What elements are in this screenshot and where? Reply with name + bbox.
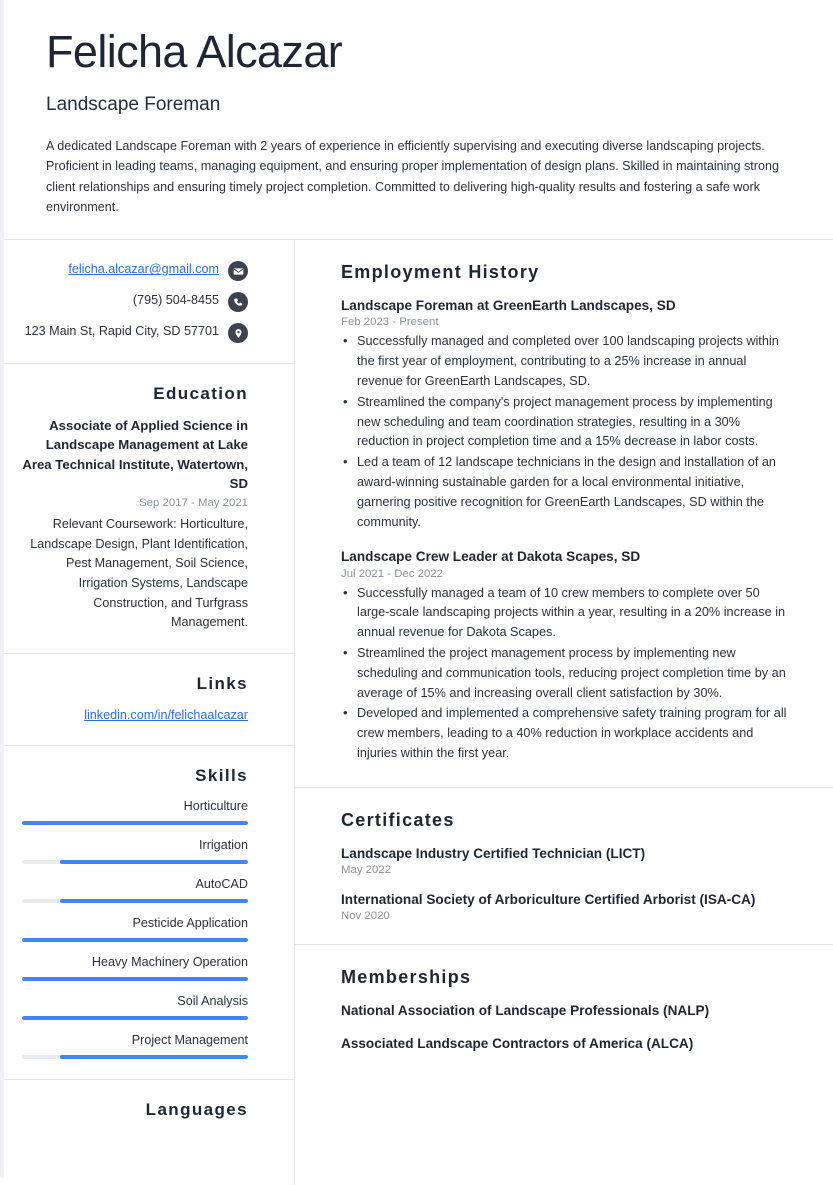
membership-entry: Associated Landscape Contractors of Amer… — [341, 1035, 694, 1051]
bullet-item: Led a team of 12 landscape technicians i… — [341, 452, 787, 532]
skill-bar — [22, 1054, 248, 1059]
professional-summary: A dedicated Landscape Foreman with 2 yea… — [46, 138, 779, 214]
resume-page: Felicha Alcazar Landscape Foreman A dedi… — [0, 0, 833, 1185]
employment-history-heading: Employment History — [341, 262, 540, 283]
bullet-item: Streamlined the company's project manage… — [341, 392, 787, 452]
skill-name: Soil Analysis — [177, 993, 248, 1008]
phone-value: (795) 504-8455 — [132, 293, 219, 308]
membership-entry: National Association of Landscape Profes… — [341, 1002, 710, 1018]
skills-heading: Skills — [195, 765, 248, 785]
contact-address-row[interactable]: 123 Main St, Rapid City, SD 57701 — [22, 322, 248, 344]
links-block: Links linkedin.com/in/felichaalcazar — [4, 654, 294, 746]
certificate-date: Nov 2020 — [341, 909, 390, 922]
linkedin-link[interactable]: linkedin.com/in/felichaalcazar — [84, 708, 248, 722]
skill-item: Heavy Machinery Operation — [22, 954, 248, 981]
skill-item: Horticulture — [22, 798, 248, 825]
employment-entry-title: Landscape Crew Leader at Dakota Scapes, … — [341, 549, 641, 565]
certificate-date: May 2022 — [341, 863, 392, 876]
education-heading: Education — [153, 384, 248, 404]
education-description: Relevant Coursework: Horticulture, Lands… — [30, 516, 248, 630]
skill-name: Pesticide Application — [132, 915, 248, 930]
skill-bar-fill — [22, 976, 248, 981]
employment-entry: Landscape Crew Leader at Dakota Scapes, … — [341, 547, 787, 763]
phone-icon — [228, 292, 248, 313]
skill-bar — [22, 937, 248, 942]
education-block: Education Associate of Applied Science i… — [4, 364, 294, 654]
skill-item: Pesticide Application — [22, 915, 248, 942]
bullet-item: Successfully managed and completed over … — [341, 331, 787, 391]
employment-history-block: Employment History Landscape Foreman at … — [295, 240, 833, 788]
skill-bar-fill — [22, 1015, 248, 1020]
resume-body: felicha.alcazar@gmail.com (795) 504-8455… — [4, 240, 833, 1185]
employment-entry-date: Feb 2023 - Present — [341, 316, 439, 329]
skill-bar — [22, 1015, 248, 1020]
main-column: Employment History Landscape Foreman at … — [295, 240, 833, 1185]
employment-entry: Landscape Foreman at GreenEarth Landscap… — [341, 296, 787, 532]
skill-bar — [22, 898, 248, 903]
certificate-title: Landscape Industry Certified Technician … — [341, 845, 646, 861]
email-link[interactable]: felicha.alcazar@gmail.com — [68, 260, 219, 278]
skill-item: Soil Analysis — [22, 993, 248, 1020]
location-pin-icon — [228, 323, 248, 344]
memberships-block: Memberships National Association of Land… — [295, 945, 833, 1075]
skill-name: Project Management — [131, 1032, 248, 1047]
contact-email-row[interactable]: felicha.alcazar@gmail.com — [22, 260, 248, 282]
employment-entry-bullets: Successfully managed a team of 10 crew m… — [341, 582, 787, 764]
sidebar: felicha.alcazar@gmail.com (795) 504-8455… — [4, 240, 295, 1185]
memberships-heading: Memberships — [341, 966, 472, 987]
skill-bar-fill — [60, 898, 248, 903]
skill-bar-fill — [22, 937, 248, 942]
certificates-heading: Certificates — [341, 809, 455, 830]
bullet-item: Successfully managed a team of 10 crew m… — [341, 582, 787, 643]
contact-block: felicha.alcazar@gmail.com (795) 504-8455… — [4, 240, 294, 365]
education-date: Sep 2017 - May 2021 — [139, 496, 248, 509]
languages-block: Languages — [4, 1080, 294, 1152]
skill-name: AutoCAD — [195, 876, 249, 891]
skill-name: Irrigation — [199, 837, 248, 852]
envelope-icon — [228, 261, 248, 282]
certificates-block: Certificates Landscape Industry Certifie… — [295, 788, 833, 945]
skill-item: Project Management — [22, 1032, 248, 1059]
employment-entry-date: Jul 2021 - Dec 2022 — [341, 567, 443, 580]
skill-bar — [22, 976, 248, 981]
page-title: Felicha Alcazar — [46, 26, 343, 77]
certificate-entry: Landscape Industry Certified Technician … — [341, 844, 787, 876]
skill-item: AutoCAD — [22, 876, 248, 903]
skill-bar — [22, 859, 248, 864]
skill-name: Heavy Machinery Operation — [91, 954, 248, 969]
certificate-title: International Society of Arboriculture C… — [341, 891, 756, 907]
bullet-item: Developed and implemented a comprehensiv… — [341, 703, 787, 763]
skill-bar — [22, 820, 248, 825]
skill-bar-fill — [22, 820, 248, 825]
skills-block: Skills Horticulture Irrigation AutoCAD P… — [4, 746, 294, 1080]
bullet-item: Streamlined the project management proce… — [341, 643, 787, 703]
certificate-entry: International Society of Arboriculture C… — [341, 890, 787, 922]
languages-heading: Languages — [145, 1099, 248, 1119]
job-title: Landscape Foreman — [46, 93, 221, 115]
skill-bar-fill — [60, 859, 248, 864]
skill-bar-fill — [60, 1054, 248, 1059]
resume-header: Felicha Alcazar Landscape Foreman A dedi… — [4, 0, 833, 241]
employment-entry-bullets: Successfully managed and completed over … — [341, 331, 787, 532]
education-degree: Associate of Applied Science in Landscap… — [22, 418, 248, 491]
address-value: 123 Main St, Rapid City, SD 57701 — [24, 324, 219, 339]
employment-entry-title: Landscape Foreman at GreenEarth Landscap… — [341, 298, 676, 314]
contact-phone-row[interactable]: (795) 504-8455 — [22, 291, 248, 313]
skill-name: Horticulture — [183, 798, 248, 813]
skill-item: Irrigation — [22, 837, 248, 864]
links-heading: Links — [196, 673, 248, 693]
